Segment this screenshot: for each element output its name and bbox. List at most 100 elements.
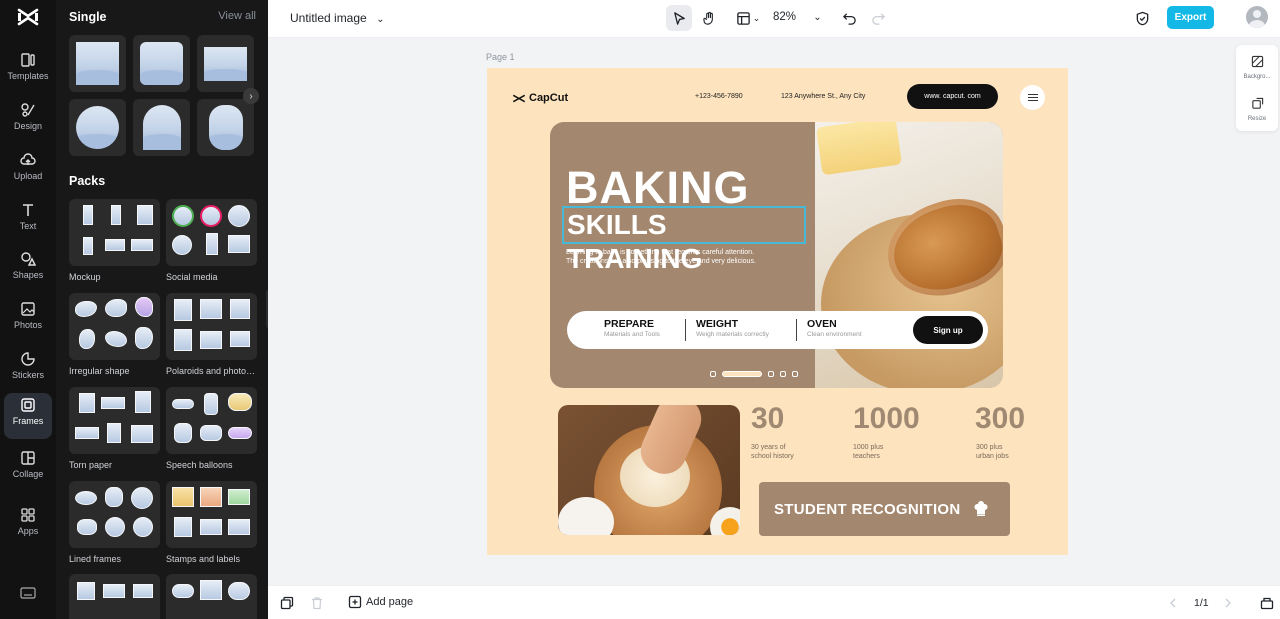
pack-irregular-thumb	[69, 293, 160, 360]
phone-number[interactable]: +123-456-7890	[695, 93, 743, 100]
feature-bar[interactable]: PREPARE Materials and Tools WEIGHT Weigh…	[567, 311, 988, 349]
background-tool[interactable]: Backgro...	[1236, 55, 1278, 80]
rail-templates[interactable]: Templates	[4, 48, 52, 94]
previous-page-icon[interactable]	[1166, 596, 1180, 610]
frame-square[interactable]	[69, 35, 126, 92]
pack-more-2-thumb	[166, 574, 257, 619]
stat-label-line1: 30 years of	[751, 444, 786, 451]
rail-design[interactable]: Design	[4, 98, 52, 144]
delete-page-icon[interactable]	[310, 596, 324, 610]
frame-arch-preview	[142, 105, 181, 150]
pack-social-media[interactable]: Social media	[166, 199, 257, 282]
carousel-dot[interactable]	[710, 371, 716, 377]
document-title[interactable]: Untitled image ⌄	[290, 11, 384, 25]
stat-label-line2: school history	[751, 453, 794, 460]
stat-label[interactable]: 1000 plus teachers	[853, 443, 883, 461]
pack-torn-paper[interactable]: Torn paper	[69, 387, 160, 470]
duplicate-page-icon[interactable]	[280, 596, 294, 610]
document-title-text: Untitled image	[290, 11, 367, 25]
rail-apps[interactable]: Apps	[4, 503, 52, 549]
feature-weight[interactable]: WEIGHT Weigh materials correctly	[696, 318, 769, 338]
carousel-dot[interactable]	[780, 371, 786, 377]
stat-number[interactable]: 1000	[853, 402, 920, 436]
pack-mockup[interactable]: Mockup	[69, 199, 160, 282]
address-text[interactable]: 123 Anywhere St., Any City	[781, 93, 865, 100]
next-page-icon[interactable]	[1221, 596, 1235, 610]
rail-photos[interactable]: Photos	[4, 297, 52, 343]
view-all-link[interactable]: View all	[218, 10, 256, 22]
page-counter: 1/1	[1194, 597, 1209, 609]
stat-label[interactable]: 300 plus urban jobs	[976, 443, 1009, 461]
design-page[interactable]: CapCut +123-456-7890 123 Anywhere St., A…	[487, 68, 1068, 555]
pack-speech-balloons[interactable]: Speech balloons	[166, 387, 257, 470]
rail-text[interactable]: Text	[4, 198, 52, 244]
shield-check-button[interactable]	[1129, 5, 1155, 31]
butter-shape	[816, 122, 902, 176]
pack-more-2[interactable]	[166, 574, 257, 619]
pack-lined-name: Lined frames	[69, 554, 122, 564]
hand-tool-button[interactable]	[696, 5, 722, 31]
sign-up-button[interactable]: Sign up	[913, 316, 983, 344]
website-pill[interactable]: www. capcut. com	[907, 84, 998, 109]
export-button[interactable]: Export	[1167, 6, 1214, 29]
rail-shapes[interactable]: Shapes	[4, 247, 52, 293]
keyboard-shortcuts-icon[interactable]	[20, 586, 36, 600]
frame-pill[interactable]	[197, 99, 254, 156]
pack-polaroids[interactable]: Polaroids and photo f...	[166, 293, 257, 376]
headline-skills-training[interactable]: SKILLS TRAINING	[562, 206, 806, 274]
rail-upload[interactable]: Upload	[4, 148, 52, 194]
chevron-down-icon: ⌄	[376, 14, 385, 25]
pack-torn-name: Torn paper	[69, 460, 113, 470]
pages-panel-icon[interactable]	[1260, 596, 1274, 610]
chef-hat-icon	[974, 501, 988, 516]
undo-button[interactable]	[836, 5, 862, 31]
carousel-dot[interactable]	[792, 371, 798, 377]
rail-stickers[interactable]: Stickers	[4, 347, 52, 393]
feature-divider	[685, 319, 686, 341]
student-recognition-banner[interactable]: STUDENT RECOGNITION	[759, 482, 1010, 536]
stat-label[interactable]: 30 years of school history	[751, 443, 794, 461]
carousel-dot-active[interactable]	[722, 371, 762, 377]
brand-logo[interactable]: CapCut	[512, 92, 568, 104]
add-page-button[interactable]: Add page	[348, 595, 413, 609]
photos-icon	[21, 302, 35, 316]
pack-stamps-labels[interactable]: Stamps and labels	[166, 481, 257, 564]
pack-irregular-shape[interactable]: Irregular shape	[69, 293, 160, 376]
add-page-icon	[348, 595, 362, 609]
hero-description[interactable]: Learning to bake is something that requi…	[566, 248, 806, 266]
hand-icon	[702, 11, 713, 25]
shapes-icon	[21, 252, 36, 266]
carousel-dot[interactable]	[768, 371, 774, 377]
bottom-bar: Add page 1/1	[268, 585, 1280, 619]
frame-landscape[interactable]	[197, 35, 254, 92]
templates-icon	[21, 53, 35, 67]
resize-tool[interactable]: Resize	[1236, 97, 1278, 122]
hero-card[interactable]: BAKING SKILLS TRAINING Learning to bake …	[550, 122, 1003, 388]
frame-circle[interactable]	[69, 99, 126, 156]
rail-frames[interactable]: Frames	[4, 393, 52, 439]
frame-arch[interactable]	[133, 99, 190, 156]
select-tool-button[interactable]	[666, 5, 692, 31]
rail-collage[interactable]: Collage	[4, 446, 52, 492]
collage-icon	[21, 451, 35, 465]
capcut-logo-icon[interactable]	[17, 7, 39, 27]
pack-lined-frames[interactable]: Lined frames	[69, 481, 160, 564]
stat-number[interactable]: 300	[975, 402, 1025, 436]
hamburger-menu-icon[interactable]	[1020, 85, 1045, 110]
scroll-right-button[interactable]: ›	[243, 88, 259, 104]
stat-number[interactable]: 30	[751, 402, 784, 436]
zoom-control[interactable]: 82% ⌄	[773, 11, 822, 23]
feature-oven[interactable]: OVEN Clean environment	[807, 318, 862, 338]
layout-menu-button[interactable]: ⌄	[730, 5, 766, 31]
frames-panel: Single View all › Packs Mockup Social me…	[56, 0, 268, 619]
redo-button[interactable]	[865, 5, 891, 31]
feature-prepare[interactable]: PREPARE Materials and Tools	[604, 318, 660, 338]
pack-more-1[interactable]	[69, 574, 160, 619]
frame-rounded-preview	[140, 42, 183, 85]
kneading-dough-photo[interactable]	[558, 405, 740, 535]
canvas-area: Page 1 Backgro... Resize CapCut +123-456…	[268, 38, 1280, 585]
upload-cloud-icon	[20, 153, 36, 165]
avatar[interactable]	[1246, 6, 1268, 28]
frame-rounded-square[interactable]	[133, 35, 190, 92]
chevron-right-icon: ›	[249, 90, 253, 102]
